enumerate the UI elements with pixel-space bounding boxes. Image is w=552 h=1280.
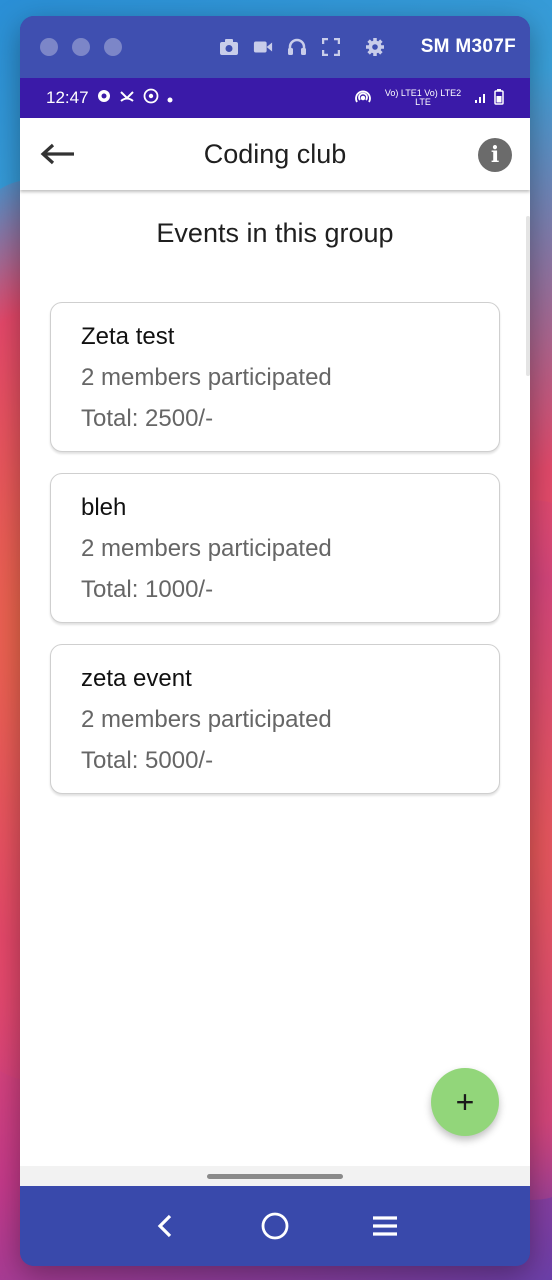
page-title: Coding club — [203, 138, 347, 169]
event-card[interactable]: bleh 2 members participated Total: 1000/… — [50, 473, 500, 623]
event-name: Zeta test — [81, 323, 175, 350]
headphones-icon[interactable] — [287, 37, 307, 57]
emulator-window: SM M307F 12:47 Vo) LTE1 Vo) LTE2 LTE Cod… — [20, 16, 530, 1266]
window-maximize-dot[interactable] — [104, 38, 122, 56]
hotspot-icon — [354, 89, 372, 107]
chevron-left-icon — [157, 1214, 172, 1238]
add-event-button[interactable]: + — [431, 1068, 499, 1136]
app-bar: Coding club i — [20, 118, 530, 190]
section-title: Events in this group — [156, 218, 394, 248]
info-icon: i — [490, 142, 500, 168]
android-nav-bar — [20, 1186, 530, 1266]
events-list: Zeta test 2 members participated Total: … — [50, 302, 500, 815]
status-time: 12:47 — [46, 88, 89, 107]
network-indicators: Vo) LTE1 Vo) LTE2 LTE — [384, 88, 462, 107]
fullscreen-icon[interactable] — [321, 37, 341, 57]
back-button[interactable] — [38, 138, 78, 170]
event-members: 2 members participated — [81, 535, 332, 562]
window-minimize-dot[interactable] — [72, 38, 90, 56]
whatsapp-icon — [143, 88, 159, 109]
event-total: Total: 1000/- — [81, 576, 214, 603]
menu-icon — [373, 1216, 397, 1236]
event-total: Total: 5000/- — [81, 747, 214, 774]
signal-icon — [474, 90, 488, 106]
gesture-handle[interactable] — [207, 1174, 343, 1179]
event-members: 2 members participated — [81, 364, 332, 391]
more-notifications-dot — [167, 88, 173, 108]
battery-icon — [494, 89, 504, 107]
event-name: bleh — [81, 494, 127, 521]
window-close-dot[interactable] — [40, 38, 58, 56]
video-icon[interactable] — [253, 37, 273, 57]
nav-back-button[interactable] — [147, 1208, 183, 1244]
gear-icon[interactable] — [365, 37, 385, 57]
event-total: Total: 2500/- — [81, 405, 214, 432]
scrollbar[interactable] — [526, 216, 530, 376]
nav-menu-button[interactable] — [367, 1208, 403, 1244]
arrow-left-icon — [40, 143, 74, 165]
info-button[interactable]: i — [478, 138, 512, 172]
missed-call-icon — [119, 88, 135, 108]
notification-icon — [97, 88, 111, 108]
gesture-area — [20, 1166, 530, 1186]
event-members: 2 members participated — [81, 706, 332, 733]
event-card[interactable]: zeta event 2 members participated Total:… — [50, 644, 500, 794]
camera-icon[interactable] — [219, 37, 239, 57]
event-card[interactable]: Zeta test 2 members participated Total: … — [50, 302, 500, 452]
device-name: SM M307F — [420, 36, 516, 57]
home-circle-icon — [261, 1212, 289, 1240]
event-name: zeta event — [81, 665, 192, 692]
plus-icon: + — [455, 1083, 475, 1120]
nav-home-button[interactable] — [257, 1208, 293, 1244]
main-content: Events in this group Zeta test 2 members… — [20, 190, 530, 1166]
android-status-bar: 12:47 Vo) LTE1 Vo) LTE2 LTE — [20, 78, 530, 118]
window-titlebar: SM M307F — [20, 16, 530, 78]
